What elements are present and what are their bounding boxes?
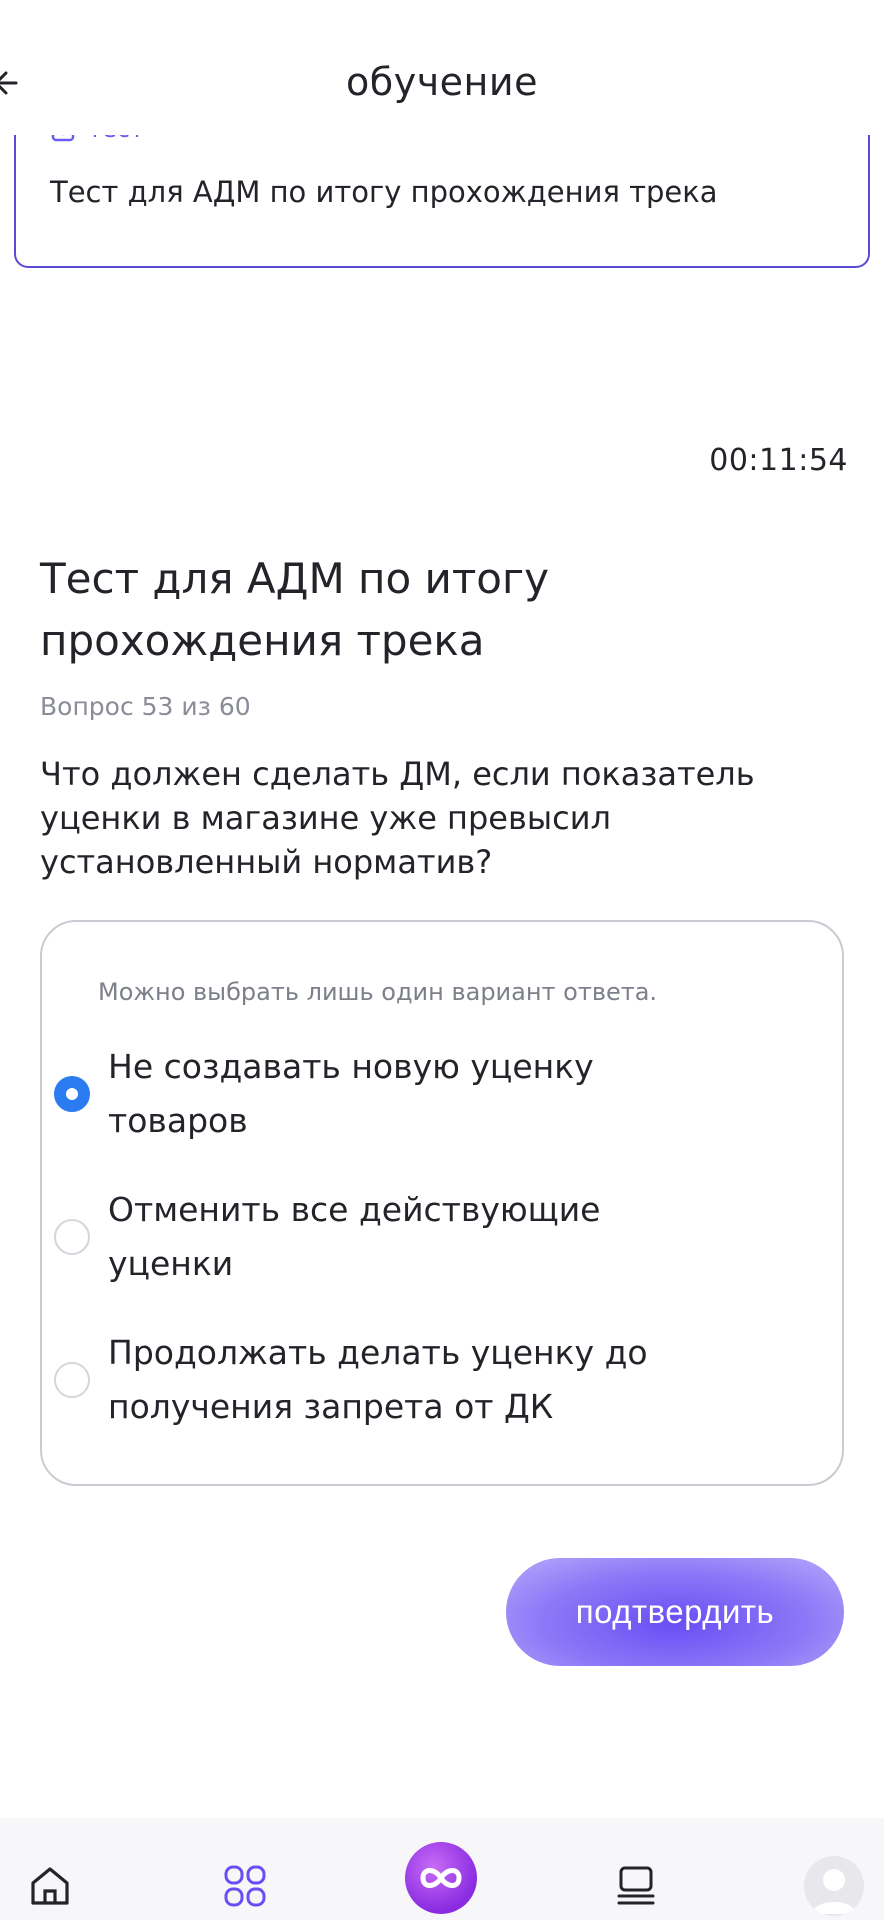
infinity-logo-icon	[420, 1868, 462, 1888]
tasks-list-icon	[617, 1866, 655, 1905]
radio-selected-icon[interactable]	[54, 1076, 90, 1112]
answer-option-2[interactable]: Отменить все действующие уценки	[54, 1183, 754, 1291]
nav-home[interactable]	[20, 1856, 80, 1916]
test-timer: 00:11:54	[709, 443, 848, 478]
answer-option-label: Не создавать новую уценку товаров	[108, 1047, 594, 1140]
test-title: Тест для АДМ по итогу прохождения трека	[40, 554, 549, 665]
radio-unselected-icon[interactable]	[54, 1219, 90, 1255]
answer-option-label: Продолжать делать уценку до получения за…	[108, 1333, 648, 1426]
answer-option-1[interactable]: Не создавать новую уценку товаров	[54, 1040, 754, 1148]
nav-profile[interactable]	[804, 1856, 864, 1916]
options-hint: Можно выбрать лишь один вариант ответа.	[98, 978, 658, 1006]
radio-unselected-icon[interactable]	[54, 1362, 90, 1398]
confirm-button[interactable]: подтвердить	[506, 1558, 844, 1666]
home-icon	[31, 1867, 69, 1905]
answer-option-3[interactable]: Продолжать делать уценку до получения за…	[54, 1326, 754, 1434]
test-screen: обучение тест Тест для АДМ по итогу прох…	[0, 0, 884, 1920]
question-counter: Вопрос 53 из 60	[40, 692, 251, 721]
page-title: обучение	[346, 60, 538, 104]
app-header: обучение	[0, 0, 884, 135]
bottom-navigation	[0, 1818, 884, 1920]
nav-center-logo[interactable]	[405, 1842, 477, 1914]
question-text: Что должен сделать ДМ, если показатель у…	[40, 755, 755, 881]
answer-option-label: Отменить все действующие уценки	[108, 1190, 601, 1283]
catalog-grid-icon	[224, 1865, 266, 1907]
nav-catalog[interactable]	[215, 1856, 275, 1916]
profile-avatar-icon	[812, 1869, 856, 1914]
nav-tasks[interactable]	[606, 1856, 666, 1916]
lesson-title: Тест для АДМ по итогу прохождения трека	[50, 175, 718, 209]
